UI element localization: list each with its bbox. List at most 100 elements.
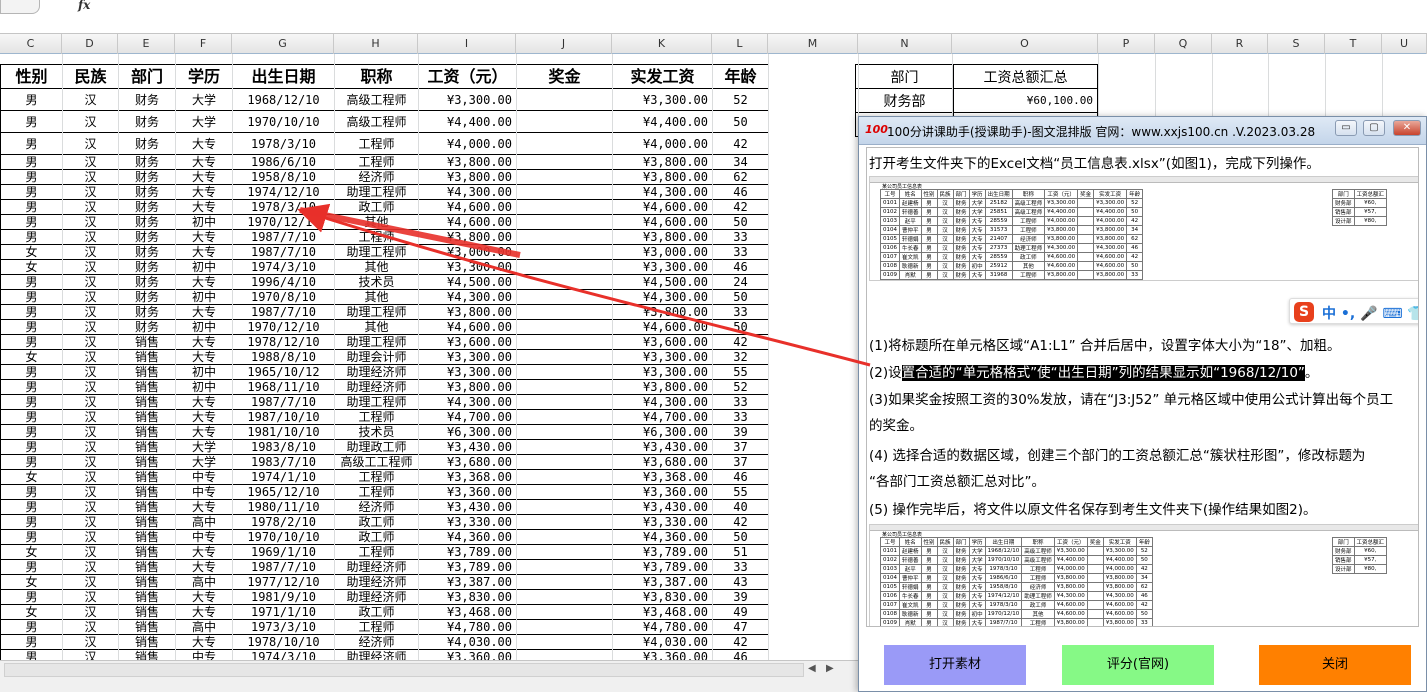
cell[interactable] (516, 529, 613, 545)
close-window-button[interactable]: ✕ (1393, 120, 1421, 136)
column-header-f[interactable]: F (175, 34, 232, 54)
cell[interactable]: 助理会计师 (334, 349, 419, 365)
cell[interactable]: 中专 (175, 649, 233, 660)
sogou-icon[interactable]: S (1294, 302, 1314, 322)
cell[interactable]: 男 (0, 649, 63, 660)
cell[interactable]: 1974/1/10 (232, 469, 335, 485)
column-header-l[interactable]: L (712, 34, 768, 54)
close-button[interactable]: 关闭 (1259, 645, 1411, 685)
cell[interactable]: 销售 (118, 439, 176, 455)
cell[interactable]: ¥3,789.00 (418, 559, 517, 575)
cell[interactable] (516, 132, 613, 155)
cell[interactable]: 销售 (118, 604, 176, 620)
cell[interactable]: 女 (0, 574, 63, 590)
cell[interactable] (516, 559, 613, 575)
cell[interactable]: 汉 (62, 424, 119, 440)
cell[interactable] (516, 574, 613, 590)
column-header-i[interactable]: I (418, 34, 516, 54)
cell[interactable]: 财务 (118, 229, 176, 245)
scroll-track[interactable] (4, 663, 804, 677)
cell[interactable]: ¥3,800.00 (612, 169, 713, 185)
cell[interactable]: 1981/9/10 (232, 589, 335, 605)
cell[interactable]: 汉 (62, 484, 119, 500)
cell[interactable]: 52 (712, 88, 769, 111)
cell[interactable]: 1978/10/10 (232, 634, 335, 650)
cell[interactable]: 财务 (118, 184, 176, 200)
cell[interactable]: 其他 (334, 319, 419, 335)
column-header-g[interactable]: G (232, 34, 334, 54)
cell[interactable]: 大专 (175, 132, 233, 155)
cell[interactable]: 经济师 (334, 169, 419, 185)
cell[interactable]: 33 (712, 244, 769, 260)
column-title[interactable]: 出生日期 (232, 64, 335, 89)
cell[interactable]: 政工师 (334, 199, 419, 215)
cell[interactable]: 1968/12/10 (232, 88, 335, 111)
cell[interactable]: ¥4,360.00 (418, 529, 517, 545)
cell[interactable]: 1983/7/10 (232, 454, 335, 470)
column-header-t[interactable]: T (1325, 34, 1382, 54)
column-header-s[interactable]: S (1268, 34, 1325, 54)
cell[interactable]: ¥4,600.00 (418, 199, 517, 215)
cell[interactable]: 汉 (62, 214, 119, 230)
cell[interactable]: ¥4,780.00 (418, 619, 517, 635)
cell[interactable]: 汉 (62, 469, 119, 485)
cell[interactable] (516, 214, 613, 230)
cell[interactable]: 大学 (175, 110, 233, 133)
cell[interactable]: ¥4,300.00 (612, 184, 713, 200)
cell[interactable] (516, 229, 613, 245)
cell[interactable]: 男 (0, 304, 63, 320)
cell[interactable]: 汉 (62, 649, 119, 660)
cell[interactable]: 37 (712, 454, 769, 470)
cell[interactable]: ¥3,789.00 (418, 544, 517, 560)
cell[interactable]: 37 (712, 439, 769, 455)
cell[interactable]: 财务 (118, 110, 176, 133)
cell[interactable]: ¥4,300.00 (418, 184, 517, 200)
cell[interactable]: 汉 (62, 259, 119, 275)
cell[interactable] (516, 184, 613, 200)
cell[interactable] (516, 110, 613, 133)
cell[interactable]: 男 (0, 634, 63, 650)
cell[interactable]: ¥3,360.00 (418, 649, 517, 660)
cell[interactable]: 1965/10/12 (232, 364, 335, 380)
cell[interactable]: 高中 (175, 514, 233, 530)
column-title[interactable]: 部门 (118, 64, 176, 89)
cell[interactable]: 大专 (175, 304, 233, 320)
cell[interactable]: ¥3,600.00 (418, 334, 517, 350)
cell[interactable]: 大专 (175, 409, 233, 425)
cell[interactable]: 工程师 (334, 154, 419, 170)
cell[interactable]: 助理经济师 (334, 559, 419, 575)
cell[interactable]: 销售 (118, 634, 176, 650)
instruction-content[interactable]: 打开考生文件夹下的Excel文档“员工信息表.xlsx”(如图1)，完成下列操作… (866, 147, 1419, 627)
maximize-button[interactable]: ▢ (1363, 120, 1385, 136)
cell[interactable] (516, 544, 613, 560)
cell[interactable]: 中专 (175, 484, 233, 500)
cell[interactable]: 50 (712, 529, 769, 545)
cell[interactable]: ¥3,789.00 (612, 559, 713, 575)
summary-cell[interactable]: 财务部 (855, 88, 954, 113)
cell[interactable]: 工程师 (334, 619, 419, 635)
cell[interactable]: ¥3,300.00 (418, 364, 517, 380)
cell[interactable]: 大专 (175, 394, 233, 410)
cell[interactable]: 汉 (62, 349, 119, 365)
cell[interactable]: ¥3,800.00 (612, 154, 713, 170)
cell[interactable]: 1978/2/10 (232, 514, 335, 530)
cell[interactable]: ¥4,600.00 (612, 319, 713, 335)
cell[interactable]: 政工师 (334, 529, 419, 545)
cell[interactable]: 大专 (175, 589, 233, 605)
cell[interactable]: 大专 (175, 544, 233, 560)
cell[interactable]: 助理工程师 (334, 184, 419, 200)
cell[interactable]: 高级工工程师 (334, 454, 419, 470)
ime-toolbar[interactable]: S 中 •, 🎤 ⌨ 👕 (1289, 298, 1418, 324)
cell[interactable]: 55 (712, 364, 769, 380)
cell[interactable]: 33 (712, 304, 769, 320)
cell[interactable]: 女 (0, 544, 63, 560)
cell[interactable]: 1970/10/10 (232, 529, 335, 545)
cell[interactable]: 大专 (175, 349, 233, 365)
cell[interactable]: 汉 (62, 319, 119, 335)
cell[interactable]: 大专 (175, 499, 233, 515)
cell[interactable]: 1973/3/10 (232, 619, 335, 635)
cell[interactable]: 中专 (175, 469, 233, 485)
cell[interactable]: 1981/10/10 (232, 424, 335, 440)
cell[interactable]: ¥3,300.00 (612, 259, 713, 275)
cell[interactable]: ¥6,300.00 (418, 424, 517, 440)
